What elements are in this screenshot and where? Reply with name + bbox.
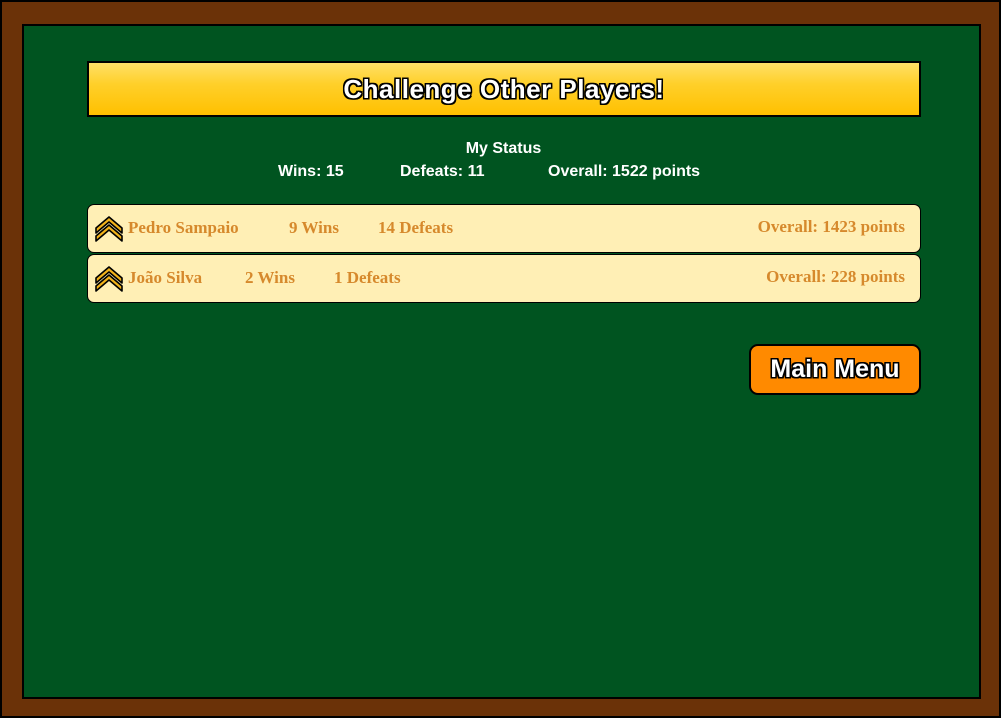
my-overall-points: Overall: 1522 points bbox=[548, 163, 701, 180]
player-wins: 9 Wins bbox=[289, 218, 339, 237]
green-board: Challenge Other Players! My Status Wins:… bbox=[22, 24, 981, 699]
player-overall-points: Overall: 1423 points bbox=[757, 217, 905, 236]
player-row[interactable]: João Silva 2 Wins 1 Defeats Overall: 228… bbox=[87, 254, 921, 303]
player-row[interactable]: Pedro Sampaio 9 Wins 14 Defeats Overall:… bbox=[87, 204, 921, 253]
main-menu-button[interactable]: Main Menu bbox=[749, 344, 921, 395]
title-banner: Challenge Other Players! bbox=[87, 61, 921, 117]
corporal-chevron-icon bbox=[95, 216, 123, 242]
my-defeats: Defeats: 11 bbox=[400, 163, 485, 180]
player-wins: 2 Wins bbox=[245, 268, 295, 287]
player-defeats: 14 Defeats bbox=[378, 218, 454, 237]
main-menu-label: Main Menu bbox=[770, 355, 900, 383]
my-wins: Wins: 15 bbox=[278, 163, 344, 180]
corporal-chevron-icon bbox=[95, 266, 123, 292]
player-defeats: 1 Defeats bbox=[334, 268, 401, 287]
page-title: Challenge Other Players! bbox=[343, 73, 665, 104]
my-status-heading: My Status bbox=[465, 140, 542, 157]
player-overall-points: Overall: 228 points bbox=[766, 267, 905, 286]
player-name: Pedro Sampaio bbox=[128, 218, 239, 237]
wooden-frame: Challenge Other Players! My Status Wins:… bbox=[0, 0, 1001, 718]
player-name: João Silva bbox=[128, 268, 203, 287]
